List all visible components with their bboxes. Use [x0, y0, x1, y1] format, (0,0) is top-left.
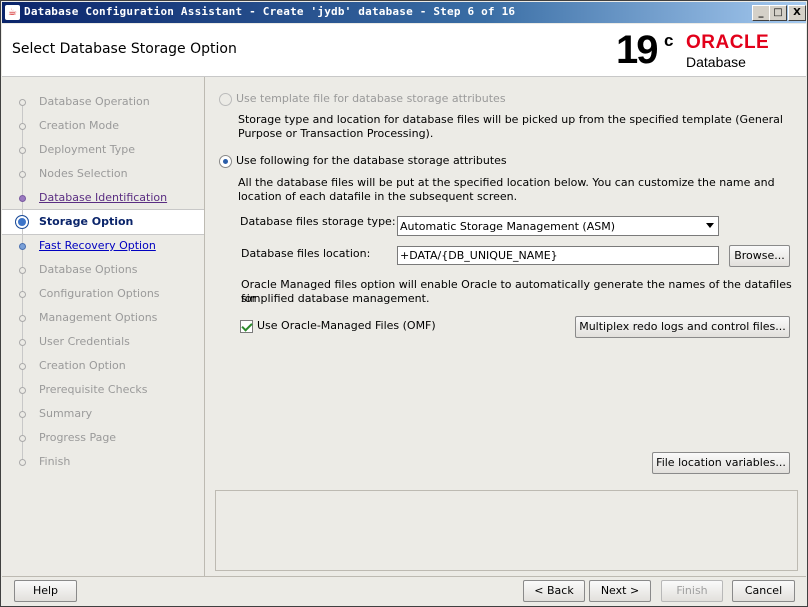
following-desc-line-1: All the database files will be put at th… [238, 176, 775, 189]
sidebar-step: Creation Mode [2, 114, 204, 138]
step-bullet-icon [15, 215, 29, 229]
sidebar-step: Storage Option [2, 209, 204, 235]
following-radio-label[interactable]: Use following for the database storage a… [236, 154, 507, 168]
checkmark-icon [241, 320, 253, 332]
sidebar-step-label: Management Options [39, 311, 158, 324]
dbca-window: ☕ Database Configuration Assistant - Cre… [0, 0, 808, 607]
sidebar-step[interactable]: Database Identification [2, 186, 204, 210]
sidebar-step-label: Database Operation [39, 95, 150, 108]
step-bullet-icon [19, 387, 26, 394]
sidebar-step: Creation Option [2, 354, 204, 378]
logo-version: 19 [616, 28, 658, 72]
main-content: Use template file for database storage a… [206, 77, 806, 576]
sidebar-step: Finish [2, 450, 204, 474]
sidebar-step-label: Progress Page [39, 431, 117, 444]
sidebar-step: Database Operation [2, 90, 204, 114]
sidebar-step-label: Deployment Type [39, 143, 136, 156]
step-bullet-icon [19, 363, 26, 370]
finish-button[interactable]: Finish [661, 580, 723, 602]
step-bullet-icon [19, 171, 26, 178]
sidebar-step: Deployment Type [2, 138, 204, 162]
sidebar-step: Database Options [2, 258, 204, 282]
sidebar-step-label: Finish [39, 455, 71, 468]
storage-type-value: Automatic Storage Management (ASM) [400, 220, 615, 233]
step-bullet-icon [19, 315, 26, 322]
template-desc-line-1: Storage type and location for database f… [238, 113, 783, 126]
sidebar-step-label: Configuration Options [39, 287, 160, 300]
sidebar-step-label: Storage Option [39, 215, 134, 228]
logo-product: Database [686, 54, 746, 70]
omf-desc-line-2: simplified database management. [241, 292, 430, 305]
sidebar-step: Progress Page [2, 426, 204, 450]
storage-type-label: Database files storage type: [240, 215, 396, 228]
title-bar[interactable]: ☕ Database Configuration Assistant - Cre… [2, 2, 806, 23]
step-bullet-icon [19, 411, 26, 418]
step-bullet-icon [19, 195, 26, 202]
location-label: Database files location: [241, 247, 371, 260]
step-bullet-icon [19, 291, 26, 298]
next-button[interactable]: Next > [589, 580, 651, 602]
step-bullet-icon [19, 147, 26, 154]
maximize-button[interactable]: □ [769, 5, 787, 21]
sidebar-step-label: Database Identification [39, 191, 168, 204]
java-icon: ☕ [5, 5, 20, 20]
sidebar-step-label: Summary [39, 407, 93, 420]
sidebar-step: Management Options [2, 306, 204, 330]
step-bullet-icon [19, 123, 26, 130]
step-bullet-icon [19, 267, 26, 274]
sidebar-step[interactable]: Fast Recovery Option [2, 234, 204, 258]
browse-button[interactable]: Browse... [729, 245, 790, 267]
page-header: Select Database Storage Option 19 c ORAC… [2, 24, 806, 77]
step-navigator: Database Operation Creation Mode Deploymen… [2, 77, 205, 576]
step-bullet-icon [19, 339, 26, 346]
omf-checkbox[interactable] [240, 320, 253, 333]
sidebar-step-label: Creation Option [39, 359, 126, 372]
template-radio-label[interactable]: Use template file for database storage a… [236, 92, 506, 106]
sidebar-step-label: Database Options [39, 263, 138, 276]
step-bullet-icon [19, 459, 26, 466]
multiplex-button[interactable]: Multiplex redo logs and control files... [575, 316, 790, 338]
sidebar-step-label: Prerequisite Checks [39, 383, 148, 396]
footer-bar: Help < Back Next > Finish Cancel [2, 576, 806, 607]
omf-checkbox-label[interactable]: Use Oracle-Managed Files (OMF) [257, 319, 436, 333]
help-button[interactable]: Help [14, 580, 77, 602]
sidebar-step-label: Creation Mode [39, 119, 120, 132]
close-button[interactable]: X [788, 5, 806, 21]
template-desc-line-2: Purpose or Transaction Processing). [238, 127, 434, 140]
step-bullet-icon [19, 435, 26, 442]
following-desc-line-2: location of each datafile in the subsequ… [238, 190, 518, 203]
step-bullet-icon [19, 99, 26, 106]
storage-type-select[interactable]: Automatic Storage Management (ASM) [397, 216, 719, 236]
sidebar-step-label: Fast Recovery Option [39, 239, 156, 252]
sidebar-step-label: User Credentials [39, 335, 130, 348]
sidebar-step: Prerequisite Checks [2, 378, 204, 402]
cancel-button[interactable]: Cancel [732, 580, 795, 602]
sidebar-step: Nodes Selection [2, 162, 204, 186]
chevron-down-icon [706, 223, 714, 228]
window-title: Database Configuration Assistant - Creat… [24, 5, 516, 18]
page-title: Select Database Storage Option [12, 41, 237, 57]
sidebar-step-label: Nodes Selection [39, 167, 128, 180]
following-radio[interactable] [219, 155, 232, 168]
file-location-variables-button[interactable]: File location variables... [652, 452, 790, 474]
sidebar-step: User Credentials [2, 330, 204, 354]
message-panel [215, 490, 798, 571]
template-radio[interactable] [219, 93, 232, 106]
sidebar-step: Configuration Options [2, 282, 204, 306]
logo-suffix: c [664, 31, 674, 50]
minimize-button[interactable]: _ [752, 5, 770, 21]
back-button[interactable]: < Back [523, 580, 585, 602]
sidebar-step: Summary [2, 402, 204, 426]
location-input[interactable]: +DATA/{DB_UNIQUE_NAME} [397, 246, 719, 265]
step-bullet-icon [19, 243, 26, 250]
oracle-logo: ORACLE [686, 32, 770, 53]
